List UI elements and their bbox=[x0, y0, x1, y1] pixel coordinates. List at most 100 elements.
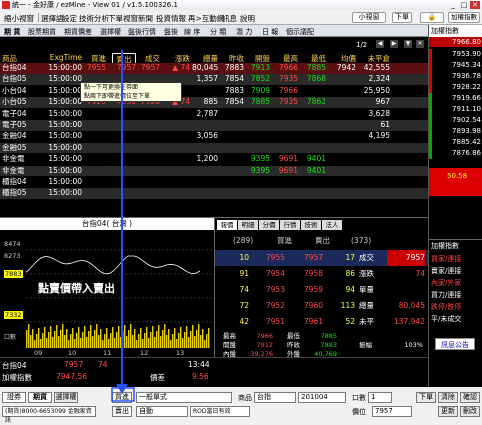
order-book-b[interactable]: 7954 bbox=[255, 266, 285, 282]
product-select[interactable]: 台指 bbox=[254, 392, 296, 403]
confirm-button[interactable]: 確認 bbox=[460, 392, 480, 403]
close-button[interactable]: ✕ bbox=[470, 1, 480, 9]
tab-options[interactable]: 選擇權 bbox=[100, 27, 121, 37]
side-link[interactable]: 買力/連接 bbox=[431, 290, 461, 300]
quote-row[interactable]: 非金電0515:00:00939596919401 bbox=[0, 165, 428, 185]
order-book-c[interactable]: 7958 bbox=[293, 266, 323, 282]
quote-row[interactable]: 台指04 15:00:00 7955 7957 7957 ▲ 74 80,045 7883 79… bbox=[0, 63, 428, 74]
time-in-force-select[interactable]: ROD當日有效 bbox=[190, 406, 250, 417]
order-mode-select[interactable]: 自動 bbox=[136, 406, 188, 417]
side-link[interactable]: 賣家/連接 bbox=[431, 266, 461, 276]
tab-sequence[interactable]: 線 序 bbox=[184, 27, 200, 37]
order-book-b[interactable]: 7951 bbox=[255, 314, 285, 330]
table-close-button[interactable]: ✕ bbox=[416, 40, 424, 48]
quote-cell-name[interactable]: 小台05 bbox=[2, 97, 34, 108]
tab-tech[interactable]: 技術 bbox=[301, 220, 321, 230]
account-select[interactable]: (期貨)8000-6653099 金融家資訊 bbox=[2, 406, 96, 424]
quote-cell-name[interactable]: 台指04 bbox=[2, 63, 34, 74]
quote-row[interactable]: 非金電0415:00:001,200939596919401 bbox=[0, 154, 428, 174]
place-order-button[interactable]: 下單 bbox=[416, 392, 436, 403]
quote-row[interactable]: 小台04 15:00:00 7883 7909 7966 25,950 bbox=[0, 85, 428, 97]
menu-item-interactive[interactable]: 再>互動網 bbox=[188, 13, 224, 24]
small-window-button[interactable]: 小視窗 bbox=[352, 12, 386, 23]
quote-row[interactable]: 櫃指05 15:00:00 bbox=[0, 188, 428, 200]
quote-cell-ask[interactable]: 7957 bbox=[112, 63, 136, 74]
order-book-c[interactable]: 7959 bbox=[293, 282, 323, 298]
quote-cell-name[interactable]: 電子05 bbox=[2, 120, 34, 131]
price-input[interactable]: 7957 bbox=[372, 406, 412, 417]
quote-row[interactable]: 金融05 15:00:00 bbox=[0, 142, 428, 154]
modify-button[interactable]: 刪改 bbox=[460, 406, 480, 417]
tab-securities[interactable]: 證券 bbox=[2, 392, 26, 403]
order-book-b[interactable]: 7955 bbox=[255, 250, 285, 266]
quote-row[interactable]: 電子04 15:00:00 2,787 3,628 bbox=[0, 108, 428, 120]
order-button[interactable]: 下單 bbox=[392, 12, 412, 23]
tab-futures-spread[interactable]: 期貨價差 bbox=[64, 27, 92, 37]
tab-category[interactable]: 分 類 bbox=[210, 27, 226, 37]
order-book-c[interactable]: 7957 bbox=[293, 250, 323, 266]
quote-cell-name[interactable]: 台指05 bbox=[2, 74, 34, 85]
side-link[interactable]: 平/未成交 bbox=[431, 314, 461, 324]
menu-item-help[interactable]: 說明 bbox=[240, 13, 255, 24]
menu-item-technical[interactable]: 技術分析 bbox=[79, 13, 109, 24]
quote-cell-name[interactable]: 櫃指05 bbox=[2, 188, 34, 199]
order-book-b[interactable]: 7953 bbox=[255, 282, 285, 298]
tab-futures-order[interactable]: 期貨 bbox=[28, 392, 52, 403]
buy-button[interactable]: 買進 bbox=[112, 392, 132, 403]
notice-button[interactable]: 訊息公告 bbox=[435, 338, 475, 350]
quote-row[interactable]: 櫃指04 15:00:00 bbox=[0, 177, 428, 188]
table-menu-button[interactable]: ▼ bbox=[404, 40, 412, 48]
quote-row[interactable]: 電子05 15:00:00 61 bbox=[0, 120, 428, 131]
order-book-c[interactable]: 7960 bbox=[293, 298, 323, 314]
col-header-exgtime[interactable]: ExgTime bbox=[36, 53, 82, 62]
order-book-row[interactable]: 10 7955 7957 17 成交 7957 bbox=[215, 250, 429, 266]
tab-display-config[interactable]: 個示議配 bbox=[286, 27, 314, 37]
side-link[interactable]: 內家/外家 bbox=[431, 278, 461, 288]
order-book-c[interactable]: 7961 bbox=[293, 314, 323, 330]
quote-cell-name[interactable]: 金融04 bbox=[2, 131, 34, 142]
tab-market[interactable]: 行情 bbox=[280, 220, 300, 230]
menu-item-news[interactable]: 新聞 bbox=[138, 13, 153, 24]
side-link[interactable]: 買家/連接 bbox=[431, 254, 461, 264]
tab-price-dist[interactable]: 分價 bbox=[259, 220, 279, 230]
tab-daily[interactable]: 日 報 bbox=[262, 27, 278, 37]
minimize-button[interactable]: _ bbox=[448, 1, 458, 9]
menu-item-minimize[interactable]: 縮小視窗 bbox=[4, 13, 34, 24]
quote-row[interactable]: 金融04 15:00:00 3,056 4,195 bbox=[0, 131, 428, 143]
page-prev-button[interactable]: ◀ bbox=[376, 40, 384, 48]
month-select[interactable]: 201004 bbox=[298, 392, 346, 403]
order-type-select[interactable]: 一般單式 bbox=[136, 392, 232, 403]
tab-after-hours[interactable]: 盤後行情 bbox=[128, 27, 156, 37]
tab-institution[interactable]: 法人 bbox=[322, 220, 342, 230]
quote-cell-bid[interactable]: 7955 bbox=[84, 63, 106, 74]
tab-stock-futures[interactable]: 股票期貨 bbox=[28, 27, 56, 37]
maximize-button[interactable]: □ bbox=[459, 1, 469, 9]
clear-button[interactable]: 清除 bbox=[438, 392, 458, 403]
quote-cell-name[interactable]: 金融05 bbox=[2, 143, 34, 154]
order-book-row[interactable]: 91 7954 7958 86 漲跌 74 bbox=[215, 266, 429, 282]
update-button[interactable]: 更新 bbox=[438, 406, 458, 417]
sell-button[interactable]: 賣出 bbox=[112, 406, 132, 417]
quote-cell-name[interactable]: 小台04 bbox=[2, 86, 34, 97]
order-book-row[interactable]: 74 7953 7959 94 單量 bbox=[215, 282, 429, 298]
tab-futures[interactable]: 期 貨 bbox=[4, 27, 20, 37]
index-button[interactable]: 加權指數 bbox=[448, 12, 480, 23]
menu-item-settings[interactable]: 設定 bbox=[62, 13, 77, 24]
menu-item-messages[interactable]: 訊息 bbox=[222, 13, 237, 24]
quote-row[interactable]: 台指05 15:00:00 1,357 7854 7852 7935 7868 2,324 bbox=[0, 74, 428, 86]
tab-options-order[interactable]: 選擇權 bbox=[54, 392, 78, 403]
order-book-b[interactable]: 7952 bbox=[255, 298, 285, 314]
quote-cell-name[interactable]: 櫃指04 bbox=[2, 177, 34, 188]
page-next-button[interactable]: ▶ bbox=[390, 40, 398, 48]
tab-quote[interactable]: 報價 bbox=[217, 220, 237, 230]
quote-cell-name[interactable]: 電子04 bbox=[2, 109, 34, 120]
menu-item-language[interactable]: 選擇語 bbox=[41, 13, 64, 24]
tab-detail[interactable]: 明細 bbox=[238, 220, 258, 230]
qty-input[interactable]: 1 bbox=[368, 392, 392, 403]
quote-row[interactable]: 小台0515:00:00792979307928▲ 74885785478857… bbox=[0, 97, 428, 108]
menu-item-order-window[interactable]: 下單視窗 bbox=[108, 13, 138, 24]
order-book-row[interactable]: 42 7951 7961 52 未平 137,942 bbox=[215, 314, 429, 330]
tab-potential[interactable]: 潛 力 bbox=[236, 27, 252, 37]
order-book-row[interactable]: 72 7952 7960 113 總量 80,045 bbox=[215, 298, 429, 314]
menu-item-invest-info[interactable]: 投資情報 bbox=[156, 13, 186, 24]
